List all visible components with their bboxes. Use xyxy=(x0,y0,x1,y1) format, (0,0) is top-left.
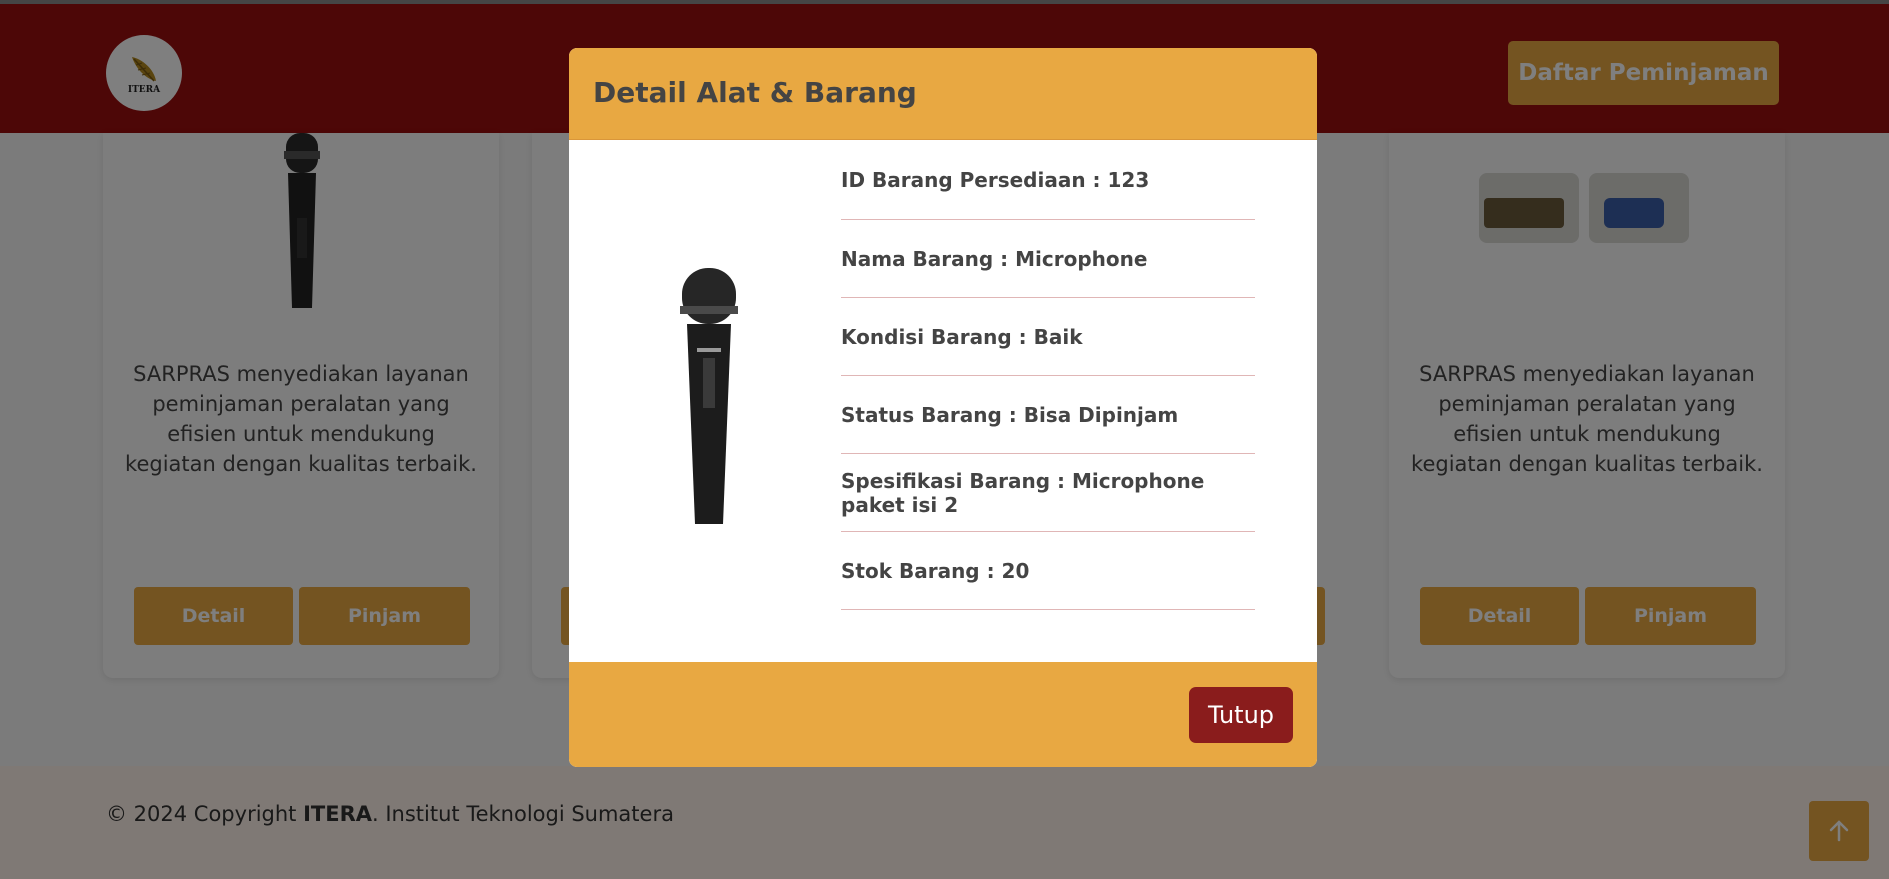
modal-body: ID Barang Persediaan : 123 Nama Barang :… xyxy=(569,140,1317,662)
field-status-barang: Status Barang : Bisa Dipinjam xyxy=(841,376,1255,454)
modal-footer: Tutup xyxy=(569,662,1317,767)
modal-title: Detail Alat & Barang xyxy=(593,76,917,109)
microphone-image xyxy=(680,268,738,524)
field-spesifikasi-barang: Spesifikasi Barang : Microphone paket is… xyxy=(841,454,1255,532)
field-stok-barang: Stok Barang : 20 xyxy=(841,532,1255,610)
item-details: ID Barang Persediaan : 123 Nama Barang :… xyxy=(841,140,1255,610)
field-kondisi-barang: Kondisi Barang : Baik xyxy=(841,298,1255,376)
modal-header: Detail Alat & Barang xyxy=(569,48,1317,140)
detail-modal: Detail Alat & Barang ID Barang Persediaa… xyxy=(569,48,1317,767)
field-nama-barang: Nama Barang : Microphone xyxy=(841,220,1255,298)
close-button[interactable]: Tutup xyxy=(1189,687,1293,743)
field-id-barang: ID Barang Persediaan : 123 xyxy=(841,140,1255,220)
